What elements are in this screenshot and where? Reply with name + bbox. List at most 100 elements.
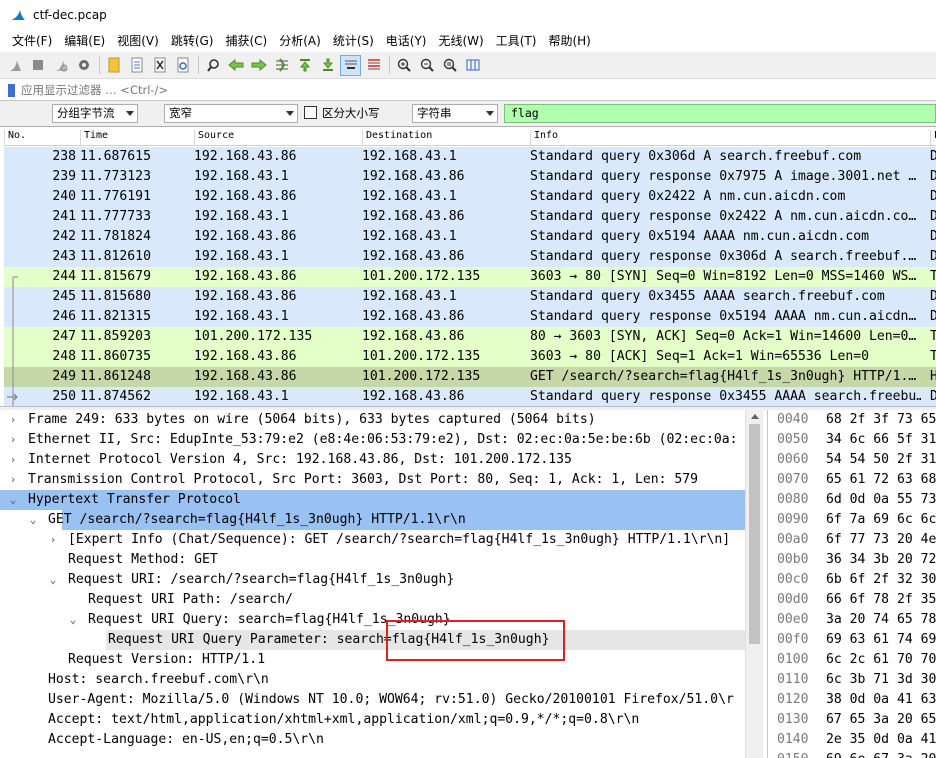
stop-capture-icon[interactable] xyxy=(27,55,48,76)
hex-row[interactable]: 0090 6f 7a 69 6c 6c xyxy=(768,510,936,530)
hex-row[interactable]: 0140 2e 35 0d 0a 41 xyxy=(768,730,936,750)
detail-row[interactable]: › Frame 249: 633 bytes on wire (5064 bits… xyxy=(0,410,745,430)
hex-row[interactable]: 0070 65 61 72 63 68 xyxy=(768,470,936,490)
detail-row[interactable]: Host: search.freebuf.com\r\n xyxy=(0,670,745,690)
menu-item[interactable]: 文件(F) xyxy=(6,30,58,52)
packet-row[interactable]: 242 11.781824 192.168.43.86 192.168.43.1 Sta… xyxy=(4,227,936,247)
menu-item[interactable]: 跳转(G) xyxy=(165,30,220,52)
detail-row[interactable]: › Ethernet II, Src: EdupInte_53:79:e2 (e8… xyxy=(0,430,745,450)
search-in-select[interactable]: 分组字节流 xyxy=(52,104,138,123)
menu-item[interactable]: 电话(Y) xyxy=(380,30,433,52)
zoom-in-icon[interactable] xyxy=(393,55,414,76)
detail-row[interactable]: ⌄ Request URI Query: search=flag{H4lf_1s_… xyxy=(0,610,745,630)
close-file-icon[interactable] xyxy=(149,55,170,76)
display-filter-bar[interactable]: 应用显示过滤器 … <Ctrl-/> xyxy=(0,80,936,101)
packet-row[interactable]: 248 11.860735 192.168.43.86 101.200.172.135… xyxy=(4,347,936,367)
hex-row[interactable]: 00c0 6b 6f 2f 32 30 xyxy=(768,570,936,590)
hex-row[interactable]: 00a0 6f 77 73 20 4e xyxy=(768,530,936,550)
packet-details[interactable]: › Frame 249: 633 bytes on wire (5064 bits… xyxy=(0,410,763,758)
column-header[interactable]: P xyxy=(930,130,936,146)
hex-row[interactable]: 0100 6c 2c 61 70 70 xyxy=(768,650,936,670)
detail-row[interactable]: › [Expert Info (Chat/Sequence): GET /sear… xyxy=(0,530,745,550)
hex-row[interactable]: 00f0 69 63 61 74 69 xyxy=(768,630,936,650)
hex-row[interactable]: 0050 34 6c 66 5f 31 xyxy=(768,430,936,450)
zoom-out-icon[interactable] xyxy=(416,55,437,76)
collapsed-chevron-icon[interactable]: › xyxy=(8,430,18,450)
menu-item[interactable]: 视图(V) xyxy=(111,30,165,52)
detail-row[interactable]: User-Agent: Mozilla/5.0 (Windows NT 10.0… xyxy=(0,690,745,710)
save-file-icon[interactable] xyxy=(126,55,147,76)
autoscroll-icon[interactable] xyxy=(340,54,361,76)
packet-row[interactable]: 241 11.777733 192.168.43.1 192.168.43.86 Sta… xyxy=(4,207,936,227)
first-packet-icon[interactable] xyxy=(294,55,315,76)
packet-row[interactable]: 243 11.812610 192.168.43.1 192.168.43.86 Sta… xyxy=(4,247,936,267)
go-to-packet-icon[interactable] xyxy=(271,55,292,76)
detail-row[interactable]: Request Version: HTTP/1.1 xyxy=(0,650,745,670)
packet-row[interactable]: 246 11.821315 192.168.43.1 192.168.43.86 Sta… xyxy=(4,307,936,327)
detail-row[interactable]: › Transmission Control Protocol, Src Port… xyxy=(0,470,745,490)
packet-row[interactable]: 247 11.859203 101.200.172.135 192.168.43.86… xyxy=(4,327,936,347)
case-sensitive-checkbox[interactable] xyxy=(304,106,317,119)
column-header[interactable]: No. xyxy=(4,130,26,146)
restart-capture-icon[interactable] xyxy=(50,55,71,76)
menu-item[interactable]: 工具(T) xyxy=(490,30,543,52)
detail-row[interactable]: ⌄ GET /search/?search=flag{H4lf_1s_3n0ugh… xyxy=(0,510,745,530)
detail-row[interactable]: Accept-Language: en-US,en;q=0.5\r\n xyxy=(0,730,745,750)
hex-row[interactable]: 0150 69 6e 67 3a 20 xyxy=(768,750,936,758)
collapsed-chevron-icon[interactable]: › xyxy=(8,410,18,430)
detail-row[interactable]: Request URI Query Parameter: search=flag… xyxy=(0,630,745,650)
hex-row[interactable]: 0080 6d 0d 0a 55 73 xyxy=(768,490,936,510)
detail-row[interactable]: ⌄ Hypertext Transfer Protocol xyxy=(0,490,745,510)
hex-row[interactable]: 00d0 66 6f 78 2f 35 xyxy=(768,590,936,610)
find-packet-icon[interactable] xyxy=(202,55,223,76)
packet-row[interactable]: 245 11.815680 192.168.43.86 192.168.43.1 Sta… xyxy=(4,287,936,307)
reload-file-icon[interactable] xyxy=(172,55,193,76)
column-header[interactable]: Info xyxy=(530,130,558,146)
expanded-chevron-icon[interactable]: ⌄ xyxy=(48,570,58,590)
hex-row[interactable]: 0130 67 65 3a 20 65 xyxy=(768,710,936,730)
hex-row[interactable]: 0110 6c 3b 71 3d 30 xyxy=(768,670,936,690)
scrollbar-thumb[interactable] xyxy=(749,424,760,644)
hex-row[interactable]: 0060 54 54 50 2f 31 xyxy=(768,450,936,470)
menu-item[interactable]: 捕获(C) xyxy=(219,30,273,52)
packet-list[interactable]: No. Time Source Destination Info P 23811.6876… xyxy=(0,126,936,407)
hex-row[interactable]: 00e0 3a 20 74 65 78 xyxy=(768,610,936,630)
packet-row[interactable]: 238 11.687615 192.168.43.86 192.168.43.1 Sta… xyxy=(4,147,936,167)
search-input[interactable]: flag xyxy=(504,104,936,123)
go-forward-icon[interactable] xyxy=(248,55,269,76)
expanded-chevron-icon[interactable]: ⌄ xyxy=(68,610,78,630)
detail-row[interactable]: Request Method: GET xyxy=(0,550,745,570)
packet-row[interactable]: 239 11.773123 192.168.43.1 192.168.43.86 Sta… xyxy=(4,167,936,187)
scroll-up-icon[interactable] xyxy=(751,414,759,419)
hex-row[interactable]: 0040 68 2f 3f 73 65 xyxy=(768,410,936,430)
menu-item[interactable]: 编辑(E) xyxy=(58,30,111,52)
zoom-reset-icon[interactable] xyxy=(439,55,460,76)
detail-row[interactable]: › Internet Protocol Version 4, Src: 192.1… xyxy=(0,450,745,470)
colorize-icon[interactable] xyxy=(363,55,384,76)
charset-select[interactable]: 宽窄 xyxy=(164,104,298,123)
resize-columns-icon[interactable] xyxy=(462,55,483,76)
hex-row[interactable]: 00b0 36 34 3b 20 72 xyxy=(768,550,936,570)
bookmark-icon[interactable] xyxy=(8,83,15,97)
packet-row[interactable]: 244 11.815679 192.168.43.86 101.200.172.135… xyxy=(4,267,936,287)
packet-row[interactable]: 249 11.861248 192.168.43.86 101.200.172.135… xyxy=(4,367,936,387)
hex-row[interactable]: 0120 38 0d 0a 41 63 xyxy=(768,690,936,710)
last-packet-icon[interactable] xyxy=(317,55,338,76)
details-scrollbar[interactable] xyxy=(745,410,763,758)
collapsed-chevron-icon[interactable]: › xyxy=(8,470,18,490)
go-back-icon[interactable] xyxy=(225,55,246,76)
column-header[interactable]: Source xyxy=(194,130,234,146)
column-header[interactable]: Time xyxy=(80,130,108,146)
start-capture-icon[interactable] xyxy=(4,55,25,76)
expanded-chevron-icon[interactable]: ⌄ xyxy=(8,490,18,510)
detail-row[interactable]: ⌄ Request URI: /search/?search=flag{H4lf_… xyxy=(0,570,745,590)
collapsed-chevron-icon[interactable]: › xyxy=(8,450,18,470)
menu-item[interactable]: 分析(A) xyxy=(273,30,327,52)
search-type-select[interactable]: 字符串 xyxy=(412,104,498,123)
packet-bytes[interactable]: 0040 68 2f 3f 73 65 0050 34 6c 66 5f 31 0060… xyxy=(767,410,936,758)
menu-item[interactable]: 统计(S) xyxy=(327,30,380,52)
column-header[interactable]: Destination xyxy=(362,130,432,146)
menu-item[interactable]: 无线(W) xyxy=(433,30,490,52)
expanded-chevron-icon[interactable]: ⌄ xyxy=(28,510,38,530)
detail-row[interactable]: Request URI Path: /search/ xyxy=(0,590,745,610)
